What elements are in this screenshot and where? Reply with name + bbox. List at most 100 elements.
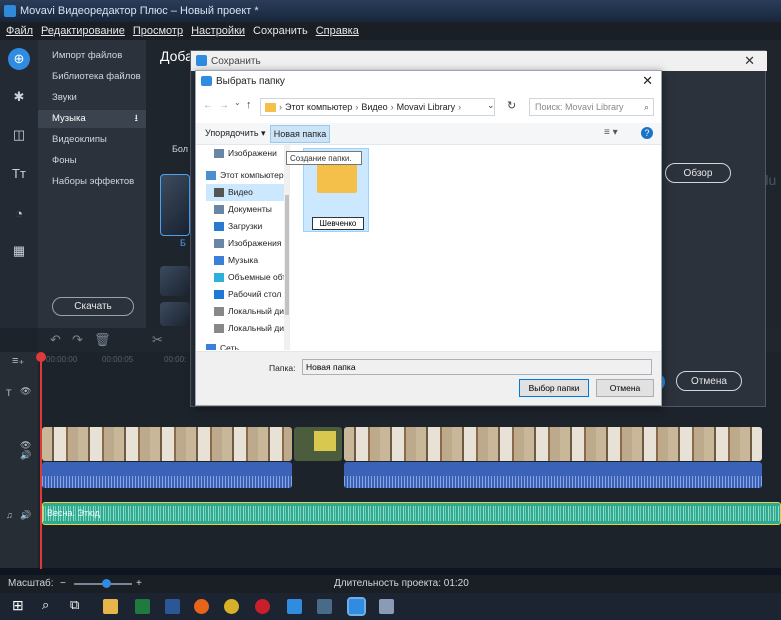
category-videoclips[interactable]: Видеоклипы [52, 131, 107, 149]
save-cancel-button[interactable]: Отмена [676, 371, 742, 391]
folder-name-input[interactable]: Новая папка [302, 359, 652, 375]
help-icon[interactable]: ? [641, 127, 653, 139]
recent-dropdown-icon[interactable]: ⌄ [234, 98, 241, 107]
windows-start-icon[interactable]: ⊞ [12, 597, 24, 614]
file-explorer-icon[interactable] [103, 599, 118, 614]
browse-button[interactable]: Обзор [665, 163, 731, 183]
cancel-button[interactable]: Отмена [596, 379, 654, 397]
zoom-slider-handle[interactable] [102, 579, 111, 588]
audio-clip[interactable] [344, 462, 762, 488]
organize-menu[interactable]: Упорядочить ▾ [205, 128, 266, 139]
music-thumbnail[interactable] [160, 266, 190, 296]
zoom-out-icon[interactable]: − [60, 578, 66, 589]
music-thumbnail[interactable] [160, 302, 190, 326]
video-clip[interactable] [294, 427, 342, 461]
refresh-icon[interactable]: ↻ [507, 99, 516, 112]
close-icon[interactable]: ✕ [642, 73, 653, 89]
category-library[interactable]: Библиотека файлов [52, 68, 141, 86]
playhead[interactable] [40, 354, 42, 569]
delete-icon[interactable]: 🗑 [94, 332, 111, 348]
nav-item[interactable]: Видео [206, 184, 290, 201]
new-folder-button[interactable]: Новая папка [270, 125, 330, 143]
audio-clip[interactable] [42, 462, 292, 488]
stickers-icon[interactable]: ◔ [8, 202, 30, 224]
presentation-icon[interactable] [317, 599, 332, 614]
undo-icon[interactable]: ↶ [50, 332, 61, 348]
view-options-icon[interactable]: ≡ ▾ [604, 127, 618, 138]
forward-arrow-icon[interactable]: → [219, 100, 229, 111]
folder-rename-input[interactable]: Шевченко [312, 217, 364, 230]
import-icon[interactable]: ⊕ [8, 48, 30, 70]
breadcrumb-item[interactable]: Movavi Library [397, 102, 456, 112]
nav-item-label: Видео [228, 187, 253, 197]
category-import[interactable]: Импорт файлов [52, 47, 122, 65]
breadcrumb-item[interactable]: Этот компьютер [285, 102, 352, 112]
address-bar[interactable]: › Этот компьютер › Видео › Movavi Librar… [260, 98, 495, 116]
nav-item[interactable]: Объемные объ [214, 269, 288, 286]
menu-settings[interactable]: Настройки [191, 25, 245, 37]
select-folder-button[interactable]: Выбор папки [519, 379, 589, 397]
cut-icon[interactable]: ✂ [152, 332, 163, 348]
download-button[interactable]: Скачать [52, 297, 134, 316]
more-tools-icon[interactable]: ▦ [8, 240, 30, 262]
nav-item[interactable]: Рабочий стол [214, 286, 281, 303]
app-icon[interactable] [379, 599, 394, 614]
firefox-icon[interactable] [194, 599, 209, 614]
close-icon[interactable]: ✕ [744, 53, 755, 69]
volume-icon[interactable]: 🔊 [20, 510, 31, 521]
nav-item[interactable]: Музыка [214, 252, 258, 269]
word-icon[interactable] [165, 599, 180, 614]
up-arrow-icon[interactable]: ↑ [246, 99, 252, 111]
zoom-in-icon[interactable]: + [136, 578, 142, 589]
music-clip[interactable]: Весна. Этюд [42, 502, 781, 525]
nav-item[interactable]: Этот компьютер [206, 167, 284, 184]
nav-item[interactable]: Изображения [214, 235, 281, 252]
track-controls: ≡₊ T 👁 👁 🔊 ♫ 🔊 [0, 352, 38, 568]
eye-icon[interactable]: 👁 [20, 386, 31, 397]
titles-icon[interactable]: Tт [8, 162, 30, 184]
volume-icon[interactable]: 🔊 [20, 450, 31, 461]
nav-item[interactable]: Сеть [206, 340, 239, 350]
category-effect-packs[interactable]: Наборы эффектов [52, 173, 134, 191]
transitions-icon[interactable]: ◫ [8, 124, 30, 146]
nav-item[interactable]: Загрузки [214, 218, 262, 235]
chrome-icon[interactable] [224, 599, 239, 614]
address-dropdown-icon[interactable]: ⌄ [487, 100, 495, 111]
music-thumbnail[interactable] [160, 174, 190, 236]
nav-item[interactable]: Изображени [214, 145, 277, 162]
scrollbar-thumb[interactable] [285, 195, 289, 315]
playhead-handle[interactable] [36, 352, 46, 362]
category-music[interactable]: Музыка ⭳ [38, 110, 146, 128]
ruler-tick: 00:00:00 [46, 355, 78, 364]
menu-edit[interactable]: Редактирование [41, 25, 125, 37]
nav-item-label: Этот компьютер [220, 170, 284, 180]
category-sounds[interactable]: Звуки [52, 89, 77, 107]
movavi-icon[interactable] [287, 599, 302, 614]
video-clip[interactable] [42, 427, 292, 461]
menu-save[interactable]: Сохранить [253, 25, 308, 37]
project-duration: Длительность проекта: 01:20 [334, 578, 469, 589]
menu-view[interactable]: Просмотр [133, 25, 183, 37]
nav-item[interactable]: Локальный дис [214, 303, 288, 320]
menu-help[interactable]: Справка [316, 25, 359, 37]
nav-item[interactable]: Локальный дис [214, 320, 288, 337]
excel-icon[interactable] [135, 599, 150, 614]
video-clip[interactable] [344, 427, 762, 461]
redo-icon[interactable]: ↷ [72, 332, 83, 348]
nav-item-label: Музыка [228, 255, 259, 265]
menu-file[interactable]: Файл [6, 25, 33, 37]
magic-wand-icon[interactable]: ✱ [8, 86, 30, 108]
back-arrow-icon[interactable]: ← [203, 100, 213, 111]
app-icon[interactable] [255, 599, 270, 614]
search-input[interactable]: Поиск: Movavi Library ⌕ [529, 98, 654, 116]
category-backgrounds[interactable]: Фоны [52, 152, 77, 170]
breadcrumb-item[interactable]: Видео [361, 102, 387, 112]
add-track-icon[interactable]: ≡₊ [12, 354, 24, 367]
nav-item[interactable]: Документы [214, 201, 272, 218]
music-track-icon: ♫ [6, 510, 13, 520]
task-view-icon[interactable]: ⧉ [70, 597, 79, 613]
movavi-active-icon[interactable] [347, 597, 366, 616]
nav-scrollbar[interactable] [284, 145, 290, 350]
search-icon[interactable]: ⌕ [42, 597, 49, 613]
tool-rail: ⊕ ✱ ◫ Tт ◔ ▦ [0, 40, 38, 328]
